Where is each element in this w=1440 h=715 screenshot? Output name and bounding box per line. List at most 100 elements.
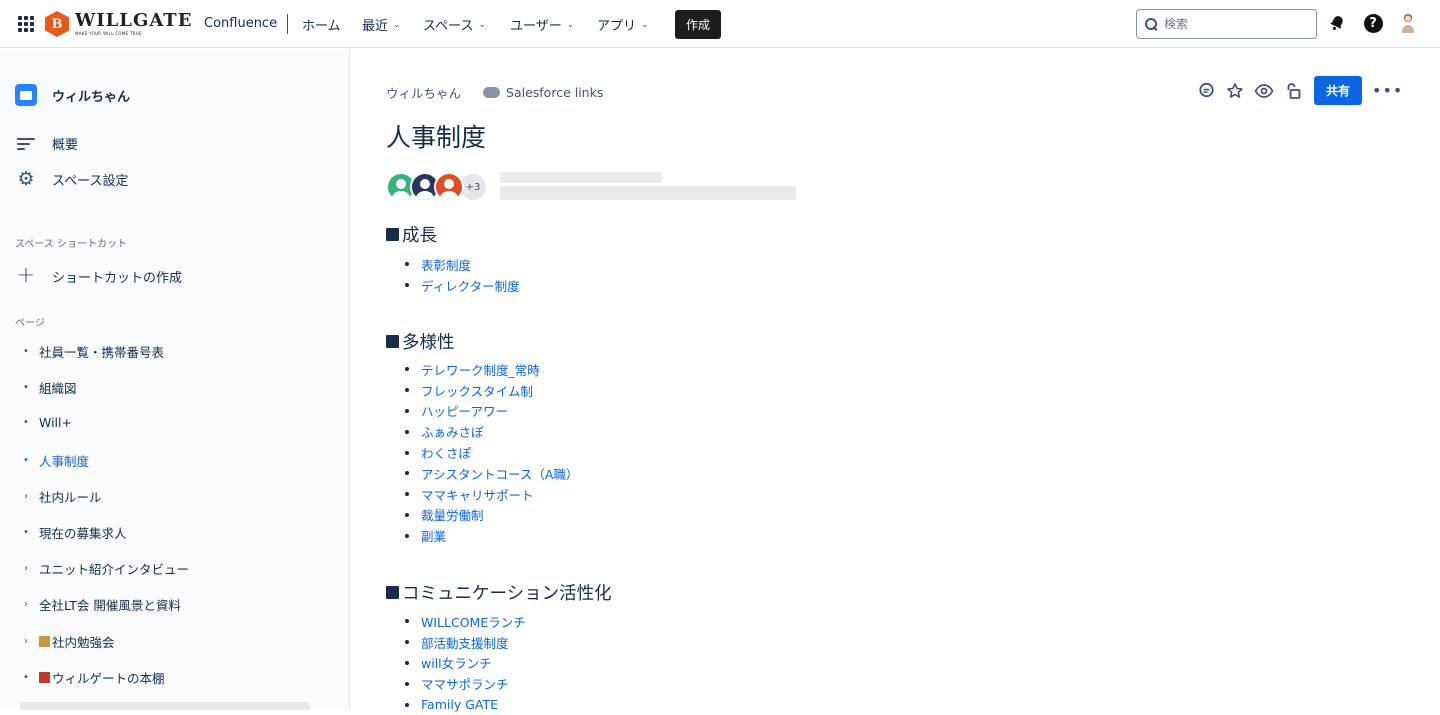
page-link[interactable]: 裁量労働制	[421, 505, 484, 524]
list-item: 部活動支援制度	[405, 632, 526, 653]
square-bullet-icon	[386, 335, 399, 348]
chevron-right-icon[interactable]: ›	[20, 491, 32, 502]
link-list: WILLCOMEランチ 部活動支援制度 will女ランチ ママサポランチ Fam…	[405, 611, 526, 715]
sidebar-page-item[interactable]: › ユニット紹介インタビュー	[20, 559, 189, 578]
watch-eye-icon[interactable]	[1253, 80, 1275, 102]
section-heading: 成長	[386, 222, 437, 247]
chevron-right-icon[interactable]: ›	[20, 636, 32, 647]
chevron-down-icon: ⌄	[478, 19, 486, 30]
share-button[interactable]: 共有	[1314, 76, 1362, 105]
page-link[interactable]: ハッピーアワー	[421, 401, 508, 420]
willgate-logo[interactable]: B WILLGATE MAKE YOUR WILL COME TRUE	[45, 11, 192, 37]
product-name[interactable]: Confluence	[204, 16, 277, 31]
page-link[interactable]: フレックスタイム制	[421, 381, 533, 400]
sidebar-page-item[interactable]: • ウィルゲートの本棚	[20, 668, 164, 687]
sidebar-page-item[interactable]: › 全社LT会 開催風景と資料	[20, 595, 181, 614]
space-icon	[15, 84, 37, 106]
list-item: テレワーク制度_常時	[405, 359, 578, 380]
breadcrumb-salesforce-links[interactable]: Salesforce links	[506, 85, 603, 100]
nav-apps[interactable]: アプリ ⌄	[597, 15, 649, 34]
app-switcher-icon[interactable]	[18, 16, 34, 32]
sidebar-page-item[interactable]: • Will+	[20, 415, 72, 430]
sidebar-page-item[interactable]: • 社員一覧・携帯番号表	[20, 342, 164, 361]
page-link[interactable]: わくさぽ	[421, 443, 471, 462]
create-shortcut-button[interactable]: + ショートカットの作成	[15, 265, 182, 287]
list-item: ふぁみさぽ	[405, 421, 578, 442]
section-heading: 多様性	[386, 329, 455, 354]
sidebar-page-item[interactable]: › 社内ルール	[20, 487, 102, 506]
nav-people[interactable]: ユーザー ⌄	[510, 15, 574, 34]
page-link[interactable]: ふぁみさぽ	[421, 422, 484, 441]
breadcrumb: ウィルちゃん Salesforce links	[386, 83, 603, 102]
create-button[interactable]: 作成	[675, 10, 721, 39]
lines-icon	[17, 137, 35, 150]
page-link[interactable]: will女ランチ	[421, 653, 492, 672]
link-list: 表彰制度 ディレクター制度	[405, 254, 520, 296]
search-icon	[1145, 17, 1158, 31]
page-link[interactable]: ママサポランチ	[421, 674, 509, 693]
more-actions-icon[interactable]: •••	[1372, 81, 1403, 100]
list-item: フレックスタイム制	[405, 380, 578, 401]
page-link[interactable]: Family GATE	[421, 697, 498, 712]
pages-header: ページ	[15, 318, 45, 329]
salesforce-cloud-icon	[483, 87, 501, 98]
page-link[interactable]: テレワーク制度_常時	[421, 360, 540, 379]
sidebar-item-overview[interactable]: 概要	[15, 134, 78, 153]
list-item: ハッピーアワー	[405, 401, 578, 422]
sidebar-item-settings[interactable]: ⚙ スペース設定	[15, 168, 128, 190]
sidebar-page-item[interactable]: • 組織図	[20, 378, 76, 397]
sidebar-page-item-active[interactable]: • 人事制度	[20, 451, 89, 470]
logo-mark: B	[45, 11, 69, 37]
list-item: 表彰制度	[405, 254, 520, 275]
nav-recent[interactable]: 最近 ⌄	[362, 15, 401, 34]
search-box[interactable]	[1136, 9, 1317, 39]
square-bullet-icon	[386, 586, 399, 599]
list-item: アシスタントコース（A職）	[405, 463, 578, 484]
sidebar-page-item[interactable]: › 社内勉強会	[20, 632, 115, 651]
contributors: +3	[386, 172, 488, 202]
page-link[interactable]: WILLCOMEランチ	[421, 612, 526, 631]
list-item: 裁量労働制	[405, 505, 578, 526]
search-input[interactable]	[1164, 17, 1304, 31]
sidebar-page-item[interactable]: • 現在の募集求人	[20, 523, 126, 542]
gear-icon: ⚙	[17, 168, 35, 190]
plus-icon: +	[16, 263, 36, 288]
chevron-down-icon: ⌄	[641, 19, 649, 30]
page-link[interactable]: 副業	[421, 526, 446, 545]
redacted-text	[500, 186, 796, 200]
notifications-bell-icon[interactable]	[1327, 13, 1347, 33]
page-link[interactable]: 部活動支援制度	[421, 633, 509, 652]
page-link[interactable]: ママキャリサポート	[421, 485, 534, 504]
bullet-icon: •	[23, 346, 29, 357]
list-item: ママサポランチ	[405, 673, 526, 694]
page-link[interactable]: 表彰制度	[421, 255, 471, 274]
chevron-right-icon[interactable]: ›	[20, 563, 32, 574]
nav-spaces[interactable]: スペース ⌄	[423, 15, 486, 34]
divider	[287, 14, 288, 34]
page-title: 人事制度	[386, 123, 487, 152]
restrictions-lock-icon[interactable]	[1282, 80, 1304, 102]
nav-home[interactable]: ホーム	[302, 15, 341, 34]
space-header[interactable]: ウィルちゃん	[15, 84, 130, 106]
square-bullet-icon	[386, 228, 399, 241]
comment-icon[interactable]	[1195, 80, 1217, 102]
redacted-text	[500, 172, 662, 183]
chevron-right-icon[interactable]: ›	[20, 599, 32, 610]
star-icon[interactable]	[1224, 80, 1246, 102]
breadcrumb-space[interactable]: ウィルちゃん	[386, 83, 461, 102]
bullet-icon: •	[23, 527, 29, 538]
page-link[interactable]: ディレクター制度	[421, 276, 520, 295]
page-link[interactable]: アシスタントコース（A職）	[421, 464, 578, 483]
list-item: 副業	[405, 525, 578, 546]
help-icon[interactable]: ?	[1363, 13, 1383, 33]
link-list: テレワーク制度_常時 フレックスタイム制 ハッピーアワー ふぁみさぽ わくさぽ …	[405, 359, 578, 546]
list-item: Family GATE	[405, 694, 526, 715]
bullet-icon: •	[23, 672, 29, 683]
user-avatar[interactable]	[1398, 13, 1418, 33]
chevron-down-icon: ⌄	[566, 19, 575, 30]
top-navigation: B WILLGATE MAKE YOUR WILL COME TRUE Conf…	[0, 0, 1440, 48]
list-item: わくさぽ	[405, 442, 578, 463]
space-name: ウィルちゃん	[52, 89, 131, 105]
list-item: WILLCOMEランチ	[405, 611, 526, 632]
contributor-avatar[interactable]	[434, 172, 464, 202]
